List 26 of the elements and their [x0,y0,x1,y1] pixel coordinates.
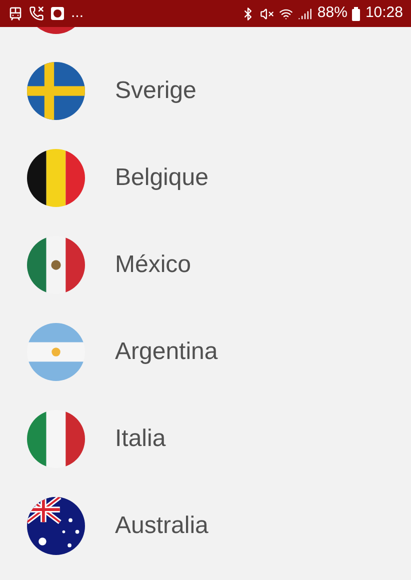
country-name: Sverige [115,76,196,106]
battery-icon [352,6,360,20]
clock-text: 10:28 [365,3,403,24]
country-item[interactable]: Belgique [0,134,411,221]
country-name: Argentina [115,336,218,366]
more-notifications-text: ... [71,3,84,24]
flag-icon [27,410,85,468]
country-name: México [115,250,192,280]
mute-icon [260,6,274,20]
country-name: Australia [115,510,208,540]
country-item[interactable]: Argentina [0,308,411,395]
flag-icon [27,148,85,206]
missed-call-icon [29,6,44,21]
country-item[interactable]: Italia [0,395,411,482]
flag-icon [27,322,85,380]
country-name: Belgique [115,162,208,192]
signal-icon [298,6,312,20]
country-item[interactable]: Australia [0,482,411,569]
wifi-icon [279,6,294,20]
country-name: Italia [115,424,166,454]
battery-percent: 88% [317,3,348,24]
tram-icon [8,6,23,21]
country-item[interactable]: México [0,221,411,308]
country-item[interactable]: Sverige [0,47,411,134]
app-notification-icon [50,6,65,21]
flag-icon [27,236,85,294]
